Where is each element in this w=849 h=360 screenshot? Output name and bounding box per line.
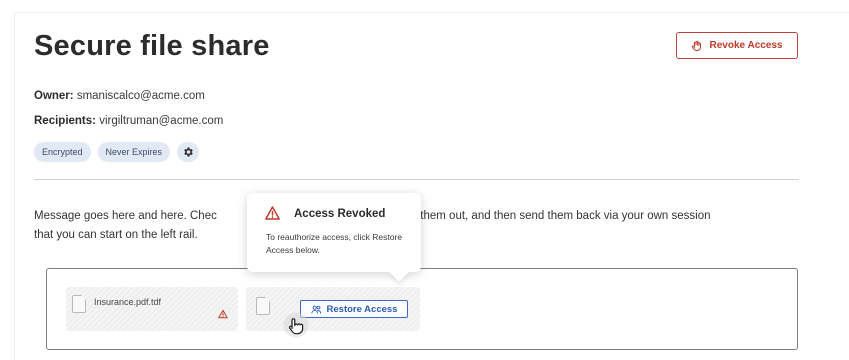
restore-access-label: Restore Access xyxy=(326,303,398,315)
restore-access-button[interactable]: Restore Access xyxy=(300,300,408,318)
recipients-label: Recipients: xyxy=(34,115,96,127)
section-divider xyxy=(34,179,799,180)
warning-triangle-icon xyxy=(265,206,280,220)
users-icon xyxy=(310,305,321,314)
access-revoked-popover: Access Revoked To reauthorize access, cl… xyxy=(247,193,421,272)
recipients-value: virgiltruman@acme.com xyxy=(99,115,224,127)
encrypted-badge: Encrypted xyxy=(34,142,91,162)
never-expires-badge: Never Expires xyxy=(97,142,171,162)
owner-label: Owner: xyxy=(34,90,74,102)
hand-pointer-cursor-icon xyxy=(283,312,309,338)
message-text-right: , fill them out, and then send them back… xyxy=(399,210,711,222)
page-title: Secure file share xyxy=(34,30,270,62)
popover-body: To reauthorize access, click Restore Acc… xyxy=(266,232,403,255)
file-name: Insurance.pdf.tdf xyxy=(94,297,162,307)
popover-title: Access Revoked xyxy=(294,208,386,220)
owner-line: Owner: smaniscalco@acme.com xyxy=(34,90,205,102)
document-icon xyxy=(256,297,270,315)
badge-row: Encrypted Never Expires xyxy=(34,142,200,162)
message-text-line2: that you can start on the left rail. xyxy=(34,229,198,241)
settings-button[interactable] xyxy=(177,142,200,162)
revoke-access-label: Revoke Access xyxy=(709,40,783,51)
message-text-left: Message goes here and here. Chec xyxy=(34,210,217,222)
warning-triangle-icon xyxy=(218,309,228,319)
revoke-access-button[interactable]: Revoke Access xyxy=(676,32,798,59)
hand-stop-icon xyxy=(692,40,702,51)
gear-icon xyxy=(184,147,193,157)
owner-value: smaniscalco@acme.com xyxy=(76,90,205,102)
file-card-insurance[interactable]: Insurance.pdf.tdf xyxy=(66,287,238,331)
recipients-line: Recipients: virgiltruman@acme.com xyxy=(34,115,223,127)
document-icon xyxy=(72,295,86,313)
